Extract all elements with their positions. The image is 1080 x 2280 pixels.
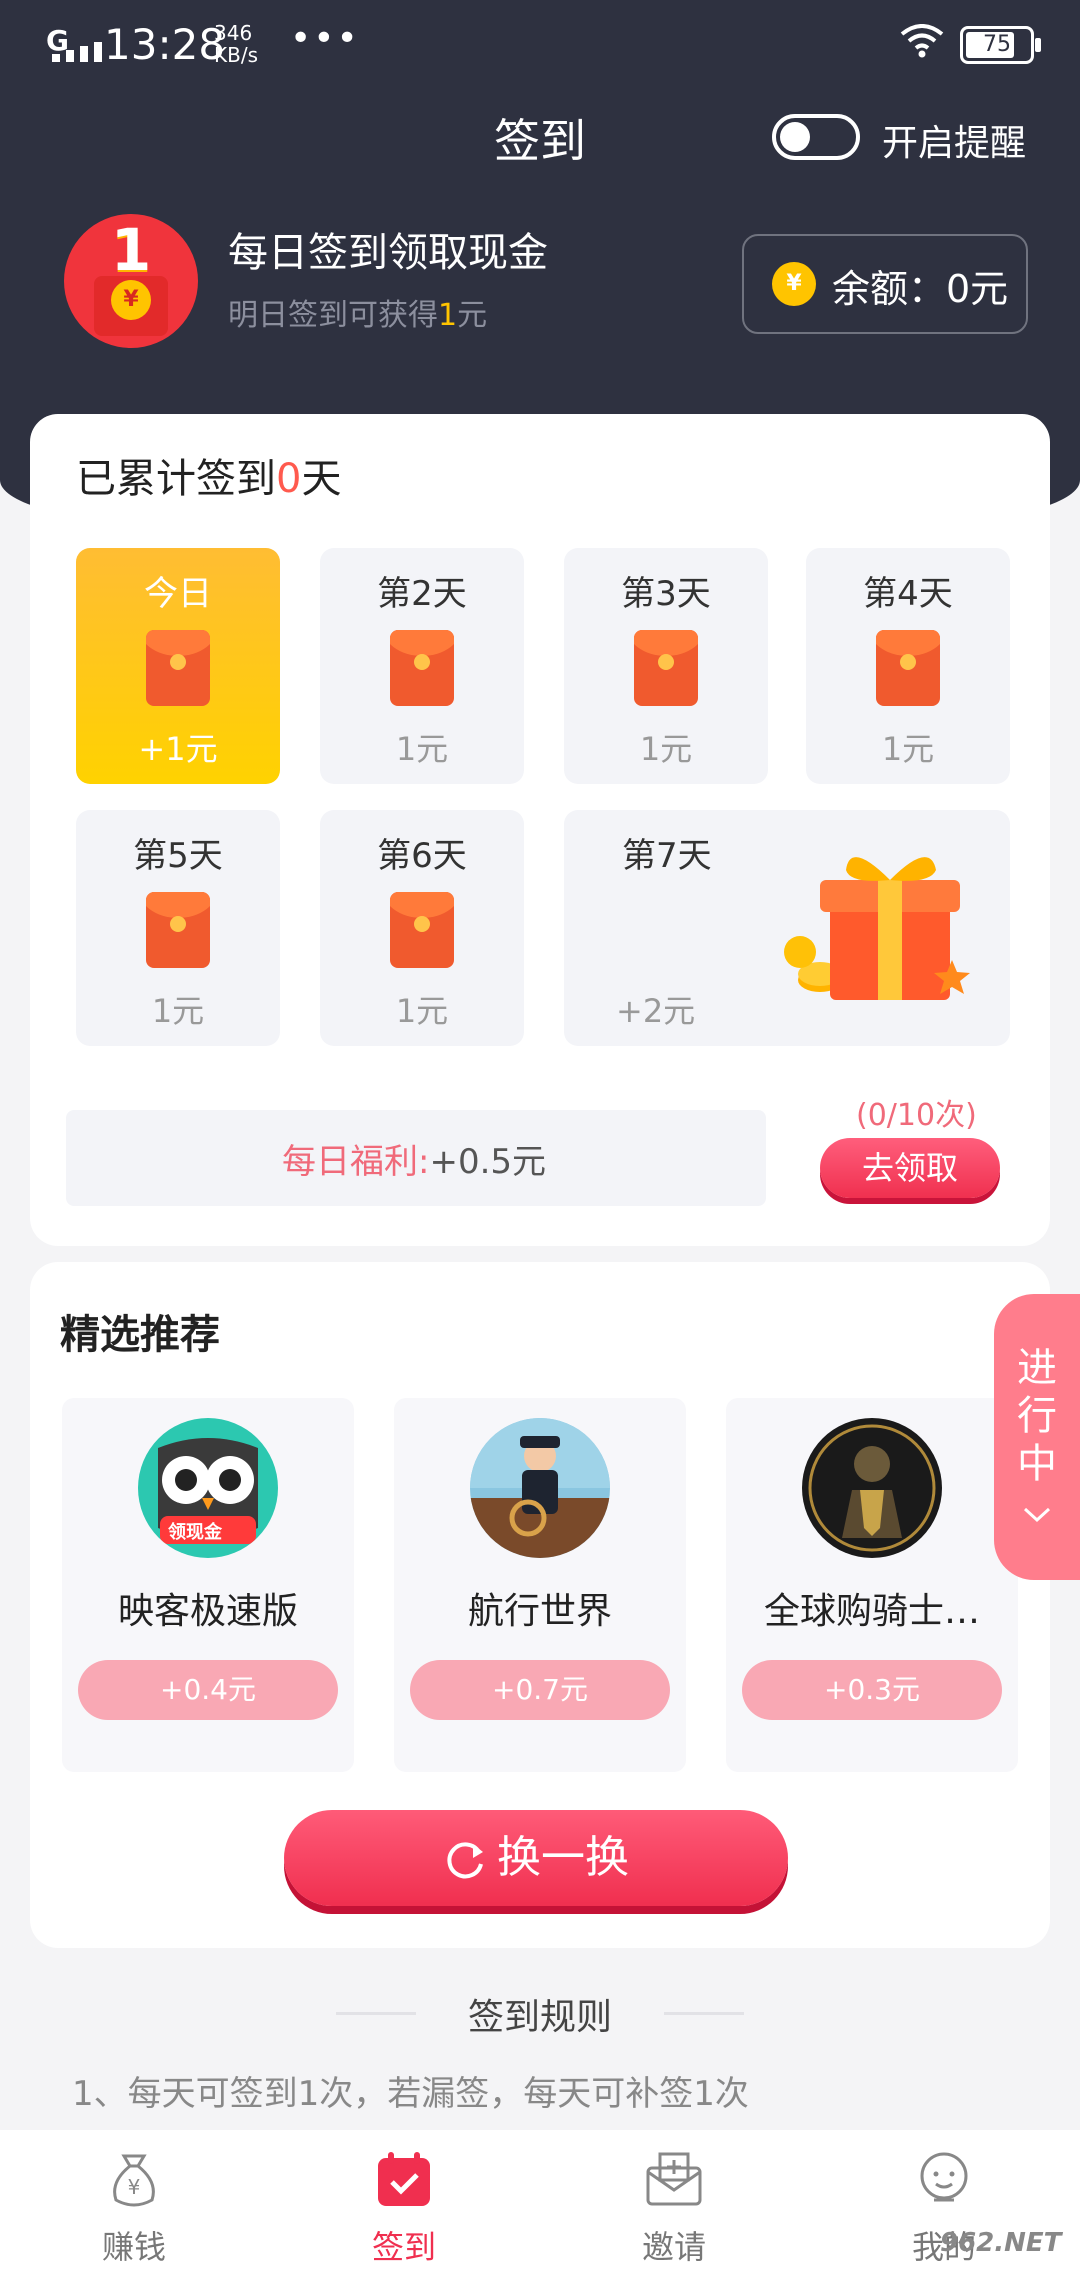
day-reward: +2元 xyxy=(616,992,696,1030)
section-title: 精选推荐 xyxy=(60,1312,220,1358)
headline: 每日签到领取现金 xyxy=(228,230,548,276)
rule-line: 1、每天可签到1次，若漏签，每天可补签1次 xyxy=(72,2074,749,2114)
day-label: 第3天 xyxy=(621,574,711,614)
day-label: 第5天 xyxy=(133,836,223,876)
app-reward-button[interactable]: +0.4元 xyxy=(78,1660,338,1720)
red-envelope-icon xyxy=(876,630,940,706)
swap-label: 换一换 xyxy=(497,1832,629,1883)
clock: 13:28 xyxy=(104,20,226,69)
welfare-label: 每日福利: xyxy=(282,1142,430,1182)
recommend-card: 精选推荐 领现金 映客极速版 +0.4元 航行世界 +0.7元 全球购骑士… +… xyxy=(30,1262,1050,1948)
yuan-coin-icon: ¥ xyxy=(111,280,151,320)
tab-earn[interactable]: ¥ 赚钱 xyxy=(34,2130,234,2280)
day-card-5: 第5天 1元 xyxy=(76,810,280,1046)
in-progress-label: 进行中 xyxy=(1017,1345,1057,1487)
owl-app-icon: 领现金 xyxy=(138,1418,278,1558)
sailor-app-icon xyxy=(470,1418,610,1558)
welfare-value: +0.5元 xyxy=(429,1142,547,1182)
app-card-yingke[interactable]: 领现金 映客极速版 +0.4元 xyxy=(62,1398,354,1772)
claim-button[interactable]: 去领取 xyxy=(820,1138,1000,1198)
app-reward-button[interactable]: +0.3元 xyxy=(742,1660,1002,1720)
day-label: 第2天 xyxy=(377,574,467,614)
day-card-2: 第2天 1元 xyxy=(320,548,524,784)
chevron-down-icon xyxy=(1023,1507,1051,1523)
tab-label: 邀请 xyxy=(641,2228,706,2266)
day-card-3: 第3天 1元 xyxy=(564,548,768,784)
battery-level: 75 xyxy=(983,32,1011,57)
bottom-tab-bar: ¥ 赚钱 签到 邀请 我的 962.NET xyxy=(0,2130,1080,2280)
user-face-icon xyxy=(920,2152,968,2202)
rules-title: 签到规则 xyxy=(467,1997,612,2038)
day-reward: 1元 xyxy=(395,730,449,768)
more-notifications-icon: ••• xyxy=(290,18,360,59)
day-card-6: 第6天 1元 xyxy=(320,810,524,1046)
knight-app-icon xyxy=(802,1418,942,1558)
signal-icon xyxy=(52,42,102,62)
watermark-logo: 962.NET xyxy=(940,2228,1062,2258)
day-card-4: 第4天 1元 xyxy=(806,548,1010,784)
day-reward: +1元 xyxy=(138,730,218,768)
red-envelope-icon xyxy=(390,630,454,706)
day-label: 第4天 xyxy=(863,574,953,614)
day-card-today[interactable]: 今日 +1元 xyxy=(76,548,280,784)
badge-number: 1 xyxy=(110,216,152,284)
cumulative-days: 已累计签到0天 xyxy=(76,456,342,502)
app-card-knight[interactable]: 全球购骑士… +0.3元 xyxy=(726,1398,1018,1772)
tab-signin[interactable]: 签到 xyxy=(304,2130,504,2280)
claim-count: (0/10次) xyxy=(856,1098,977,1133)
calendar-check-icon xyxy=(378,2152,430,2206)
day-reward: 1元 xyxy=(395,992,449,1030)
day-reward: 1元 xyxy=(151,992,205,1030)
status-bar: G 13:28 346 KB/s ••• 75 xyxy=(0,0,1080,90)
money-bag-icon: ¥ xyxy=(113,2154,155,2207)
day-label: 今日 xyxy=(144,574,212,614)
red-envelope-icon xyxy=(146,892,210,968)
balance-text: 余额：0元 xyxy=(832,267,1009,311)
net-speed: 346 KB/s xyxy=(214,22,258,66)
day-label: 第7天 xyxy=(622,836,712,876)
app-badge: 领现金 xyxy=(168,1522,222,1543)
toggle-knob xyxy=(780,122,810,152)
swap-button[interactable]: 换一换 xyxy=(284,1810,788,1906)
net-speed-unit: KB/s xyxy=(214,43,258,67)
signin-card: 已累计签到0天 今日 +1元 第2天 1元 第3天 1元 第4天 1元 第5天 … xyxy=(30,414,1050,1246)
reminder-label: 开启提醒 xyxy=(882,123,1027,164)
tomorrow-amount: 1 xyxy=(438,298,458,333)
welfare-text: 每日福利:+0.5元 xyxy=(282,1134,546,1183)
envelope-invite-icon xyxy=(646,2152,702,2206)
tab-invite[interactable]: 邀请 xyxy=(574,2130,774,2280)
cumulative-count: 0 xyxy=(276,456,302,502)
tab-label: 赚钱 xyxy=(101,2228,166,2266)
tomorrow-reward-text: 明日签到可获得1元 xyxy=(228,298,488,333)
app-reward-button[interactable]: +0.7元 xyxy=(410,1660,670,1720)
coin-icon: ¥ xyxy=(772,262,816,306)
red-packet-badge-icon: 1 ¥ xyxy=(64,214,198,348)
app-name: 航行世界 xyxy=(467,1591,612,1632)
red-envelope-icon xyxy=(146,630,210,706)
app-card-hangxing[interactable]: 航行世界 +0.7元 xyxy=(394,1398,686,1772)
battery-icon: 75 xyxy=(960,26,1041,64)
reminder-toggle[interactable] xyxy=(772,114,860,160)
daily-welfare-bar: 每日福利:+0.5元 xyxy=(66,1110,766,1206)
gift-box-icon xyxy=(784,857,970,1000)
day-reward: 1元 xyxy=(881,730,935,768)
app-name: 映客极速版 xyxy=(117,1591,298,1632)
svg-text:¥: ¥ xyxy=(128,2175,141,2199)
wifi-icon xyxy=(900,24,944,58)
day-reward: 1元 xyxy=(639,730,693,768)
day-label: 第6天 xyxy=(377,836,467,876)
app-name: 全球购骑士… xyxy=(763,1591,980,1632)
tab-label: 签到 xyxy=(371,2228,436,2266)
balance-box[interactable]: ¥ 余额：0元 xyxy=(742,234,1028,334)
red-envelope-icon xyxy=(634,630,698,706)
in-progress-tab[interactable]: 进行中 xyxy=(994,1294,1080,1580)
refresh-icon xyxy=(447,1842,483,1879)
day-card-7: 第7天 +2元 xyxy=(564,810,1010,1046)
net-speed-value: 346 xyxy=(214,21,253,45)
red-envelope-icon xyxy=(390,892,454,968)
